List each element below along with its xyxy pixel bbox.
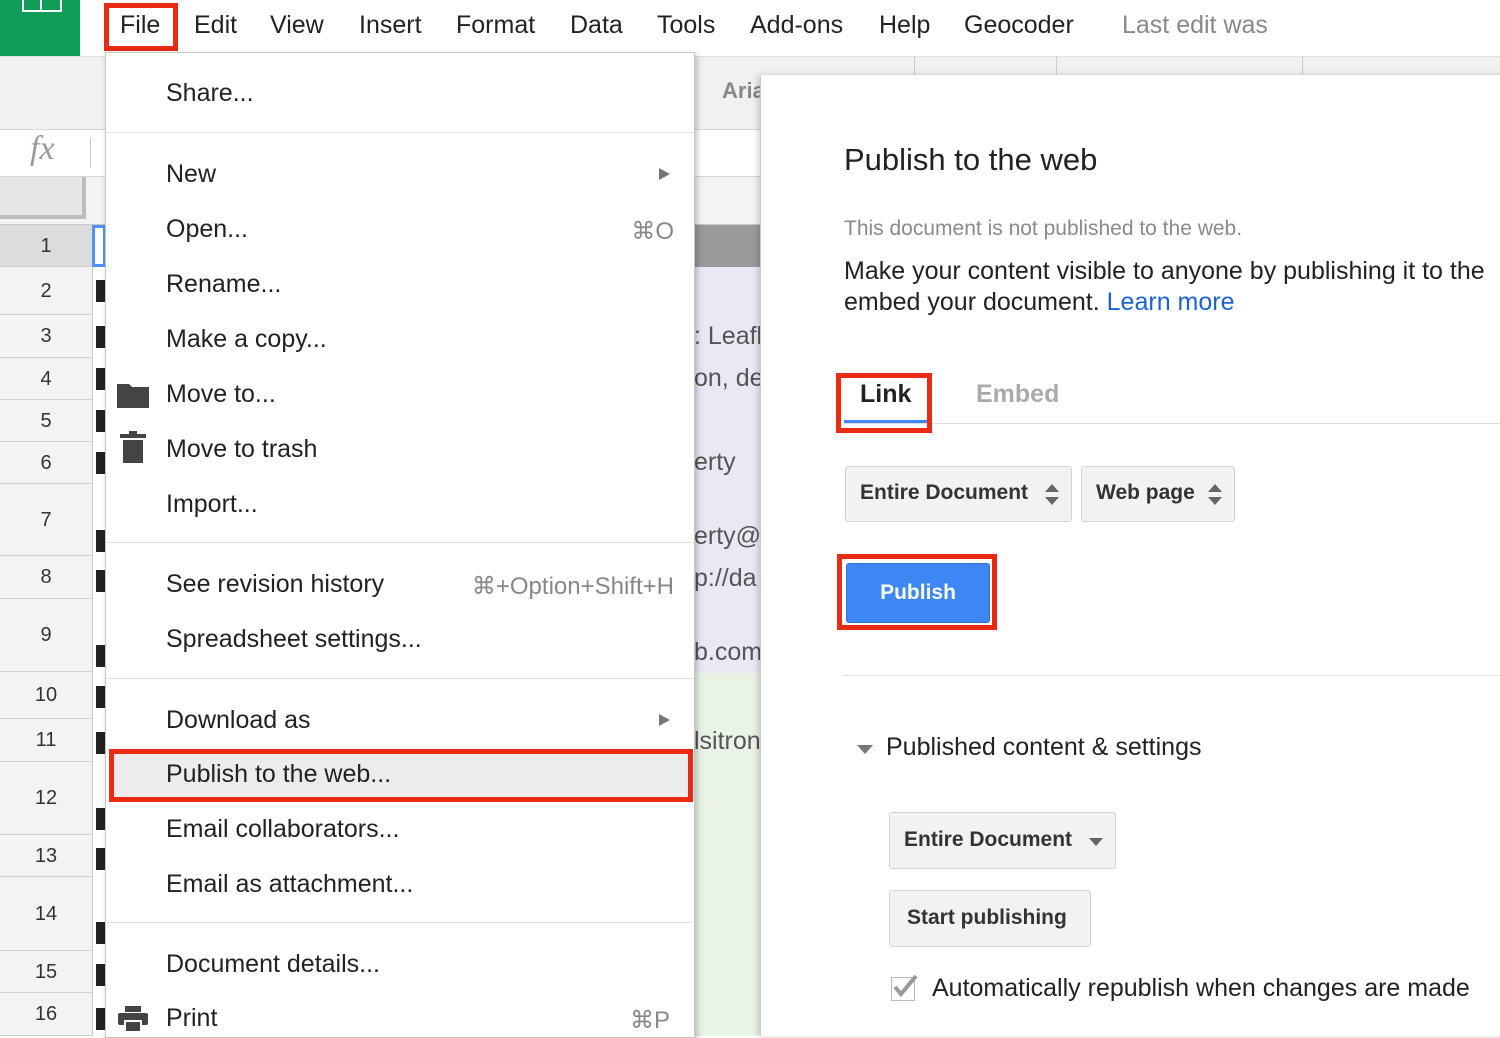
dialog-title: Publish to the web [844, 142, 1098, 177]
row-header[interactable]: 9 [0, 599, 92, 672]
menu-geocoder[interactable]: Geocoder [964, 9, 1074, 41]
dialog-description: Make your content visible to anyone by p… [844, 256, 1500, 318]
menu-edit[interactable]: Edit [194, 9, 237, 41]
fx-icon: fx [30, 130, 55, 167]
menu-document-details[interactable]: Document details... [166, 950, 380, 979]
menu-import[interactable]: Import... [166, 490, 258, 519]
tabs-divider [844, 423, 1500, 424]
folder-icon [116, 381, 150, 414]
submenu-arrow-icon [659, 714, 670, 726]
header-cell-band [694, 225, 760, 267]
up-down-arrows-icon [1208, 484, 1222, 506]
settings-scope-value: Entire Document [904, 828, 1073, 851]
menu-data[interactable]: Data [570, 9, 623, 41]
menu-new[interactable]: New [166, 160, 216, 189]
print-icon [118, 1006, 148, 1037]
row-header[interactable]: 4 [0, 358, 92, 400]
menu-print[interactable]: Print [166, 1004, 217, 1033]
cell-peek-text: erty@t [694, 522, 760, 550]
cell-peek-text: b.com [694, 638, 760, 666]
select-all-corner[interactable] [0, 177, 86, 219]
row-headers: 1 2 3 4 5 6 7 8 9 10 11 12 13 14 15 16 [0, 225, 93, 1036]
shortcut-revision-history: ⌘+Option+Shift+H [471, 573, 674, 600]
font-name-select[interactable]: Aria [722, 78, 765, 104]
row-header[interactable]: 11 [0, 719, 92, 762]
published-settings-heading[interactable]: Published content & settings [886, 733, 1201, 762]
row-header[interactable]: 8 [0, 556, 92, 599]
scope-select[interactable]: Entire Document [845, 466, 1072, 522]
menu-format[interactable]: Format [456, 9, 535, 41]
row-header[interactable]: 15 [0, 951, 92, 993]
row-header[interactable]: 5 [0, 400, 92, 442]
collapse-triangle-icon[interactable] [857, 745, 873, 754]
menu-insert[interactable]: Insert [359, 9, 422, 41]
row-header[interactable]: 16 [0, 993, 92, 1036]
menu-email-collaborators[interactable]: Email collaborators... [166, 815, 399, 844]
settings-scope-select[interactable]: Entire Document [889, 812, 1116, 869]
publish-menu-highlight [109, 749, 693, 802]
tab-embed[interactable]: Embed [976, 380, 1059, 409]
description-line-1: Make your content visible to anyone by p… [844, 257, 1485, 285]
menu-make-copy[interactable]: Make a copy... [166, 325, 327, 354]
cell-peek-text: on, de [694, 364, 760, 392]
row-header[interactable]: 14 [0, 877, 92, 951]
dropdown-caret-icon [1089, 838, 1103, 846]
learn-more-link[interactable]: Learn more [1107, 288, 1235, 316]
row-header[interactable]: 13 [0, 835, 92, 877]
trash-icon [120, 431, 146, 468]
format-select[interactable]: Web page [1081, 466, 1235, 522]
up-down-arrows-icon [1045, 484, 1059, 506]
menu-download-as[interactable]: Download as [166, 706, 311, 735]
menu-share[interactable]: Share... [166, 79, 254, 108]
menu-separator [105, 922, 693, 923]
auto-republish-checkbox[interactable] [891, 974, 918, 1001]
start-publishing-button[interactable]: Start publishing [889, 890, 1091, 947]
section-divider [844, 675, 1500, 676]
description-line-2: embed your document. [844, 288, 1100, 316]
menu-revision-history[interactable]: See revision history [166, 570, 384, 599]
row-header[interactable]: 6 [0, 442, 92, 484]
file-menu-highlight [104, 3, 178, 51]
publish-status: This document is not published to the we… [844, 217, 1243, 240]
shortcut-open: ⌘O [631, 218, 674, 245]
menu-spreadsheet-settings[interactable]: Spreadsheet settings... [166, 625, 422, 654]
menu-move-to[interactable]: Move to... [166, 380, 276, 409]
submenu-arrow-icon [659, 168, 670, 180]
cell-peek-text: erty [694, 448, 736, 476]
cell-peek-text: p://da [694, 564, 757, 592]
row-header[interactable]: 1 [0, 225, 92, 267]
sheets-logo-icon[interactable] [0, 0, 80, 56]
start-publishing-label: Start publishing [907, 906, 1067, 929]
menu-view[interactable]: View [270, 9, 324, 41]
shortcut-print: ⌘P [630, 1007, 671, 1034]
row-header[interactable]: 7 [0, 484, 92, 556]
selected-cell[interactable] [92, 225, 106, 267]
row-header[interactable]: 2 [0, 267, 92, 315]
menu-bar: File Edit View Insert Format Data Tools … [0, 0, 1500, 57]
menu-open[interactable]: Open... [166, 215, 248, 244]
row-header[interactable]: 12 [0, 762, 92, 835]
link-tab-highlight [836, 373, 932, 433]
menu-email-attachment[interactable]: Email as attachment... [166, 870, 413, 899]
row-header[interactable]: 3 [0, 315, 92, 358]
cell-peek-text: lsitron [694, 727, 760, 755]
row-header[interactable]: 10 [0, 672, 92, 719]
checkmark-icon [893, 974, 918, 998]
menu-help[interactable]: Help [879, 9, 930, 41]
format-select-value: Web page [1096, 481, 1195, 504]
formula-divider [90, 138, 91, 168]
auto-republish-label: Automatically republish when changes are… [932, 974, 1470, 1002]
menu-rename[interactable]: Rename... [166, 270, 281, 299]
menu-tools[interactable]: Tools [657, 9, 715, 41]
menu-addons[interactable]: Add-ons [750, 9, 843, 41]
menu-move-to-trash[interactable]: Move to trash [166, 435, 317, 464]
cell-peek-text: : Leafle [694, 322, 760, 350]
scope-select-value: Entire Document [860, 481, 1029, 504]
publish-button-highlight [837, 554, 997, 630]
last-edit-link[interactable]: Last edit was [1122, 9, 1268, 41]
